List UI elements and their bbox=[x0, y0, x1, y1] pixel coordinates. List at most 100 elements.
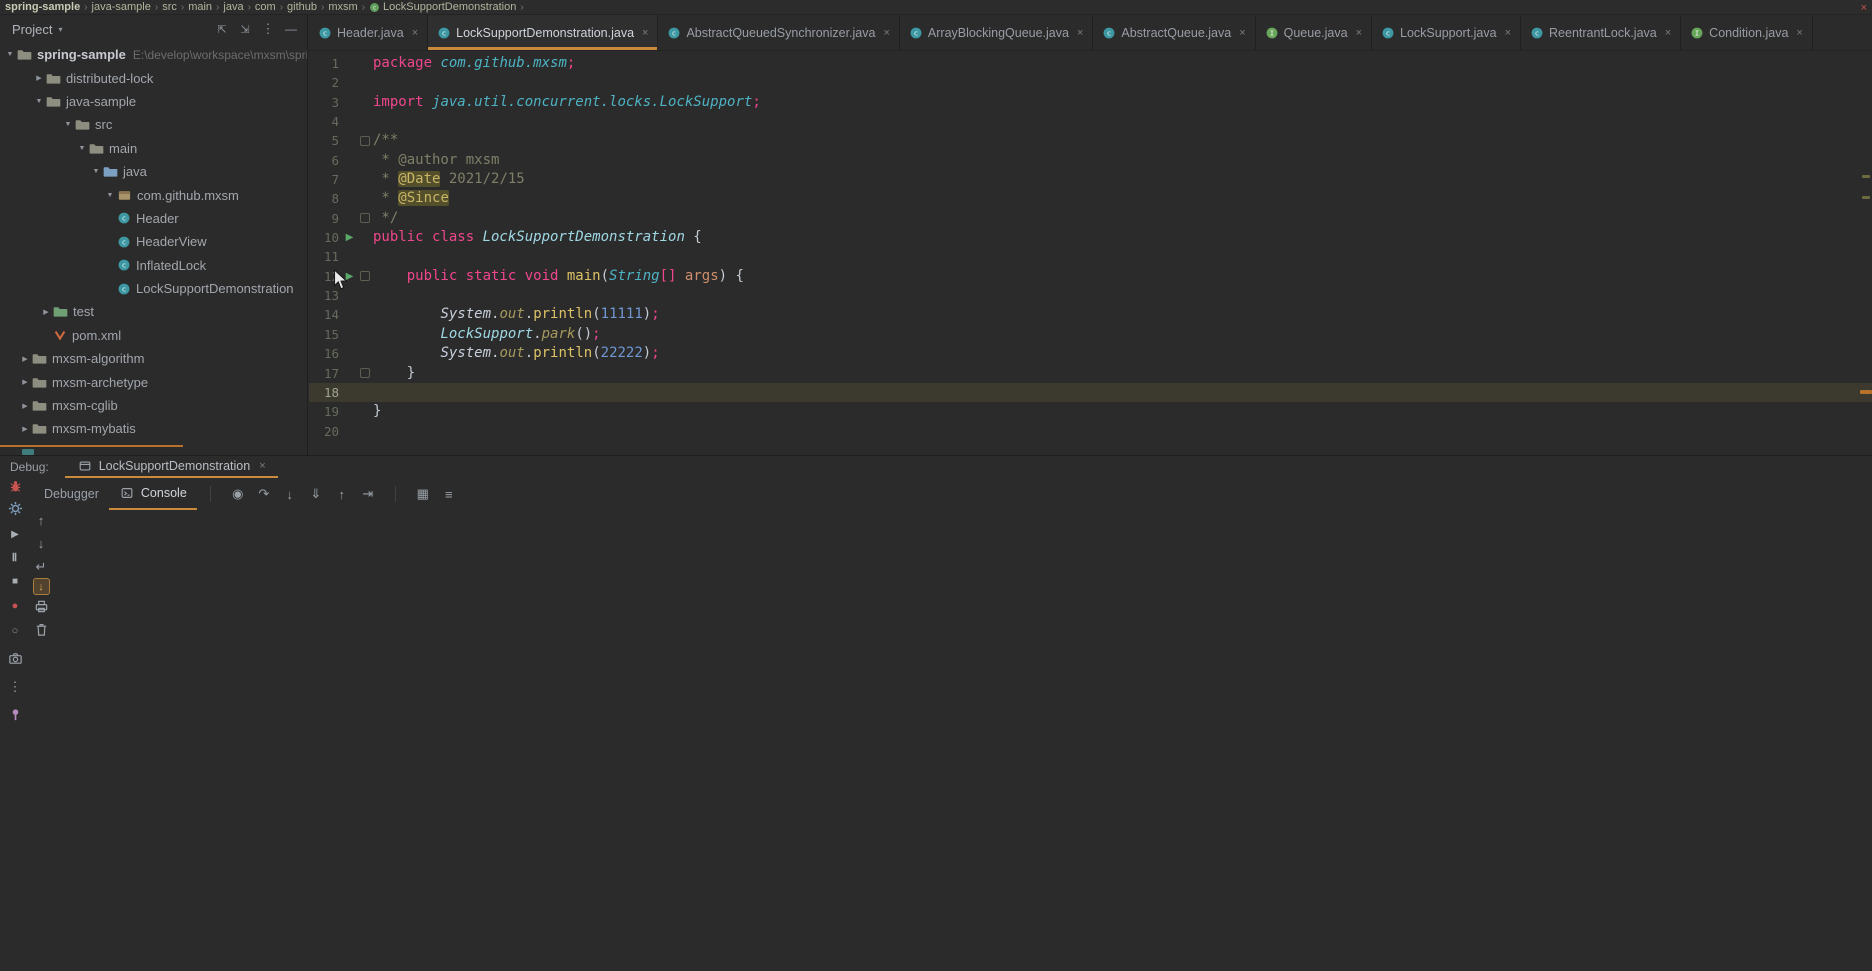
close-tab-icon[interactable]: × bbox=[1077, 27, 1083, 39]
editor-tab-header-java[interactable]: c Header.java × bbox=[309, 15, 429, 50]
chevron-collapsed-icon[interactable]: ▶ bbox=[40, 308, 52, 316]
close-tab-icon[interactable]: × bbox=[1796, 27, 1802, 39]
line-number[interactable]: 16 bbox=[309, 344, 342, 363]
code-line-6[interactable]: 6 * @author mxsm bbox=[309, 151, 1872, 170]
line-number[interactable]: 8 bbox=[309, 189, 342, 208]
code-line-17[interactable]: 17 } bbox=[309, 364, 1872, 383]
close-tab-icon[interactable]: × bbox=[1239, 27, 1245, 39]
tree-item-src[interactable]: ▼ src bbox=[0, 113, 307, 136]
close-tab-icon[interactable]: × bbox=[412, 27, 418, 39]
tree-item-mxsm-algorithm[interactable]: ▶ mxsm-algorithm bbox=[0, 347, 307, 370]
chevron-expanded-icon[interactable]: ▼ bbox=[62, 121, 74, 128]
tree-item-test[interactable]: ▶ test bbox=[0, 300, 307, 323]
scroll-down-icon[interactable]: ↓ bbox=[33, 535, 49, 551]
step-into-icon[interactable]: ↓ bbox=[282, 486, 298, 502]
tree-item-java-sample[interactable]: ▼ java-sample bbox=[0, 90, 307, 113]
collapse-icon[interactable]: ⇲ bbox=[237, 21, 253, 37]
chevron-collapsed-icon[interactable]: ▶ bbox=[19, 378, 31, 386]
close-tab-icon[interactable]: × bbox=[883, 27, 889, 39]
print-icon[interactable] bbox=[33, 598, 49, 614]
code-line-9[interactable]: 9 */ bbox=[309, 209, 1872, 228]
pin-icon[interactable] bbox=[7, 706, 23, 722]
breadcrumb-item[interactable]: java-sample bbox=[92, 1, 151, 13]
tree-item-mxsm-archetype[interactable]: ▶ mxsm-archetype bbox=[0, 370, 307, 393]
close-tab-icon[interactable]: × bbox=[259, 460, 265, 472]
tab-debugger[interactable]: Debugger bbox=[34, 478, 109, 510]
line-number[interactable]: 18 bbox=[309, 383, 342, 402]
code-line-14[interactable]: 14 System.out.println(11111); bbox=[309, 305, 1872, 324]
tree-item-locksupportdemonstration[interactable]: c LockSupportDemonstration bbox=[0, 277, 307, 300]
close-tab-icon[interactable]: × bbox=[1356, 27, 1362, 39]
code-line-15[interactable]: 15 LockSupport.park(); bbox=[309, 325, 1872, 344]
chevron-collapsed-icon[interactable]: ▶ bbox=[33, 74, 45, 82]
code-line-1[interactable]: 1 package com.github.mxsm; bbox=[309, 54, 1872, 73]
resume-icon[interactable]: ▶ bbox=[7, 526, 23, 542]
tree-item-distributed-lock[interactable]: ▶ distributed-lock bbox=[0, 66, 307, 89]
breadcrumb-item[interactable]: spring-sample bbox=[5, 1, 80, 13]
close-tab-icon[interactable]: × bbox=[642, 27, 648, 39]
code-line-11[interactable]: 11 bbox=[309, 247, 1872, 266]
breadcrumb-item[interactable]: main bbox=[188, 1, 212, 13]
hide-panel-icon[interactable]: — bbox=[283, 21, 299, 37]
breadcrumb-item[interactable]: src bbox=[162, 1, 177, 13]
settings-gear-icon[interactable] bbox=[7, 500, 23, 516]
breadcrumb-item[interactable]: mxsm bbox=[328, 1, 357, 13]
editor-tab-condition-java[interactable]: I Condition.java × bbox=[1681, 15, 1813, 50]
code-line-20[interactable]: 20 bbox=[309, 422, 1872, 441]
run-gutter-icon[interactable]: ▶ bbox=[342, 267, 357, 286]
fold-end-icon[interactable] bbox=[357, 213, 373, 224]
editor-tab-locksupportdemonstration-java[interactable]: c LockSupportDemonstration.java × bbox=[428, 15, 659, 50]
more-icon[interactable]: ⋮ bbox=[7, 679, 23, 695]
line-number[interactable]: 4 bbox=[309, 112, 342, 131]
breadcrumb-item[interactable]: com bbox=[255, 1, 276, 13]
scroll-to-end-icon[interactable]: ↓ bbox=[32, 578, 50, 595]
tree-item-mxsm-mybatis[interactable]: ▶ mxsm-mybatis bbox=[0, 417, 307, 440]
pause-icon[interactable]: Ⅱ bbox=[7, 549, 23, 565]
line-number[interactable]: 3 bbox=[309, 93, 342, 112]
breadcrumb-item[interactable]: c LockSupportDemonstration bbox=[369, 1, 516, 13]
force-step-into-icon[interactable]: ⇓ bbox=[308, 486, 324, 502]
code-line-18[interactable]: 18 bbox=[309, 382, 1872, 403]
chevron-collapsed-icon[interactable]: ▶ bbox=[19, 402, 31, 410]
line-number[interactable]: 12 bbox=[309, 267, 342, 286]
tree-item-java[interactable]: ▼ java bbox=[0, 160, 307, 183]
caret-stripe-mark[interactable] bbox=[1860, 390, 1872, 394]
chevron-collapsed-icon[interactable]: ▶ bbox=[19, 425, 31, 433]
more-options-icon[interactable]: ⋮ bbox=[260, 21, 276, 37]
editor-tab-abstractqueue-java[interactable]: c AbstractQueue.java × bbox=[1093, 15, 1256, 50]
code-line-13[interactable]: 13 bbox=[309, 286, 1872, 305]
chevron-expanded-icon[interactable]: ▼ bbox=[76, 145, 88, 152]
run-gutter-icon[interactable]: ▶ bbox=[342, 228, 357, 247]
breadcrumb-item[interactable]: java bbox=[223, 1, 243, 13]
line-number[interactable]: 14 bbox=[309, 305, 342, 324]
code-line-3[interactable]: 3 import java.util.concurrent.locks.LockS… bbox=[309, 93, 1872, 112]
clear-console-icon[interactable] bbox=[33, 621, 49, 637]
stop-icon[interactable]: ■ bbox=[7, 573, 23, 589]
soft-wrap-icon[interactable]: ↵ bbox=[33, 559, 49, 575]
console-output[interactable] bbox=[52, 510, 1872, 971]
chevron-expanded-icon[interactable]: ▼ bbox=[104, 192, 116, 199]
line-number[interactable]: 7 bbox=[309, 170, 342, 189]
line-number[interactable]: 20 bbox=[309, 422, 342, 441]
warning-stripe-mark[interactable] bbox=[1862, 196, 1870, 199]
tree-item-headerview[interactable]: c HeaderView bbox=[0, 230, 307, 253]
close-tab-icon[interactable]: × bbox=[1505, 27, 1511, 39]
code-line-4[interactable]: 4 bbox=[309, 112, 1872, 131]
code-line-2[interactable]: 2 bbox=[309, 73, 1872, 92]
restore-layout-icon[interactable]: ▦ bbox=[415, 486, 431, 502]
window-close-button[interactable]: × bbox=[1861, 0, 1867, 15]
editor-tab-locksupport-java[interactable]: c LockSupport.java × bbox=[1372, 15, 1522, 50]
fold-end-icon[interactable] bbox=[357, 368, 373, 379]
scroll-up-icon[interactable]: ↑ bbox=[33, 512, 49, 528]
code-line-5[interactable]: 5 /** bbox=[309, 131, 1872, 150]
view-breakpoints-icon[interactable]: ● bbox=[7, 598, 23, 614]
line-number[interactable]: 6 bbox=[309, 151, 342, 170]
fold-start-icon[interactable] bbox=[357, 136, 373, 147]
tree-item-spring-sample[interactable]: ▼ spring-sample E:\develop\workspace\mxsm\… bbox=[0, 43, 307, 66]
code-editor[interactable]: 1 package com.github.mxsm; 2 3 import java.u… bbox=[309, 51, 1872, 455]
code-line-19[interactable]: 19} bbox=[309, 402, 1872, 421]
editor-tab-queue-java[interactable]: I Queue.java × bbox=[1256, 15, 1372, 50]
tree-item-mxsm-cglib[interactable]: ▶ mxsm-cglib bbox=[0, 394, 307, 417]
line-number[interactable]: 19 bbox=[309, 402, 342, 421]
tree-item-header[interactable]: c Header bbox=[0, 207, 307, 230]
